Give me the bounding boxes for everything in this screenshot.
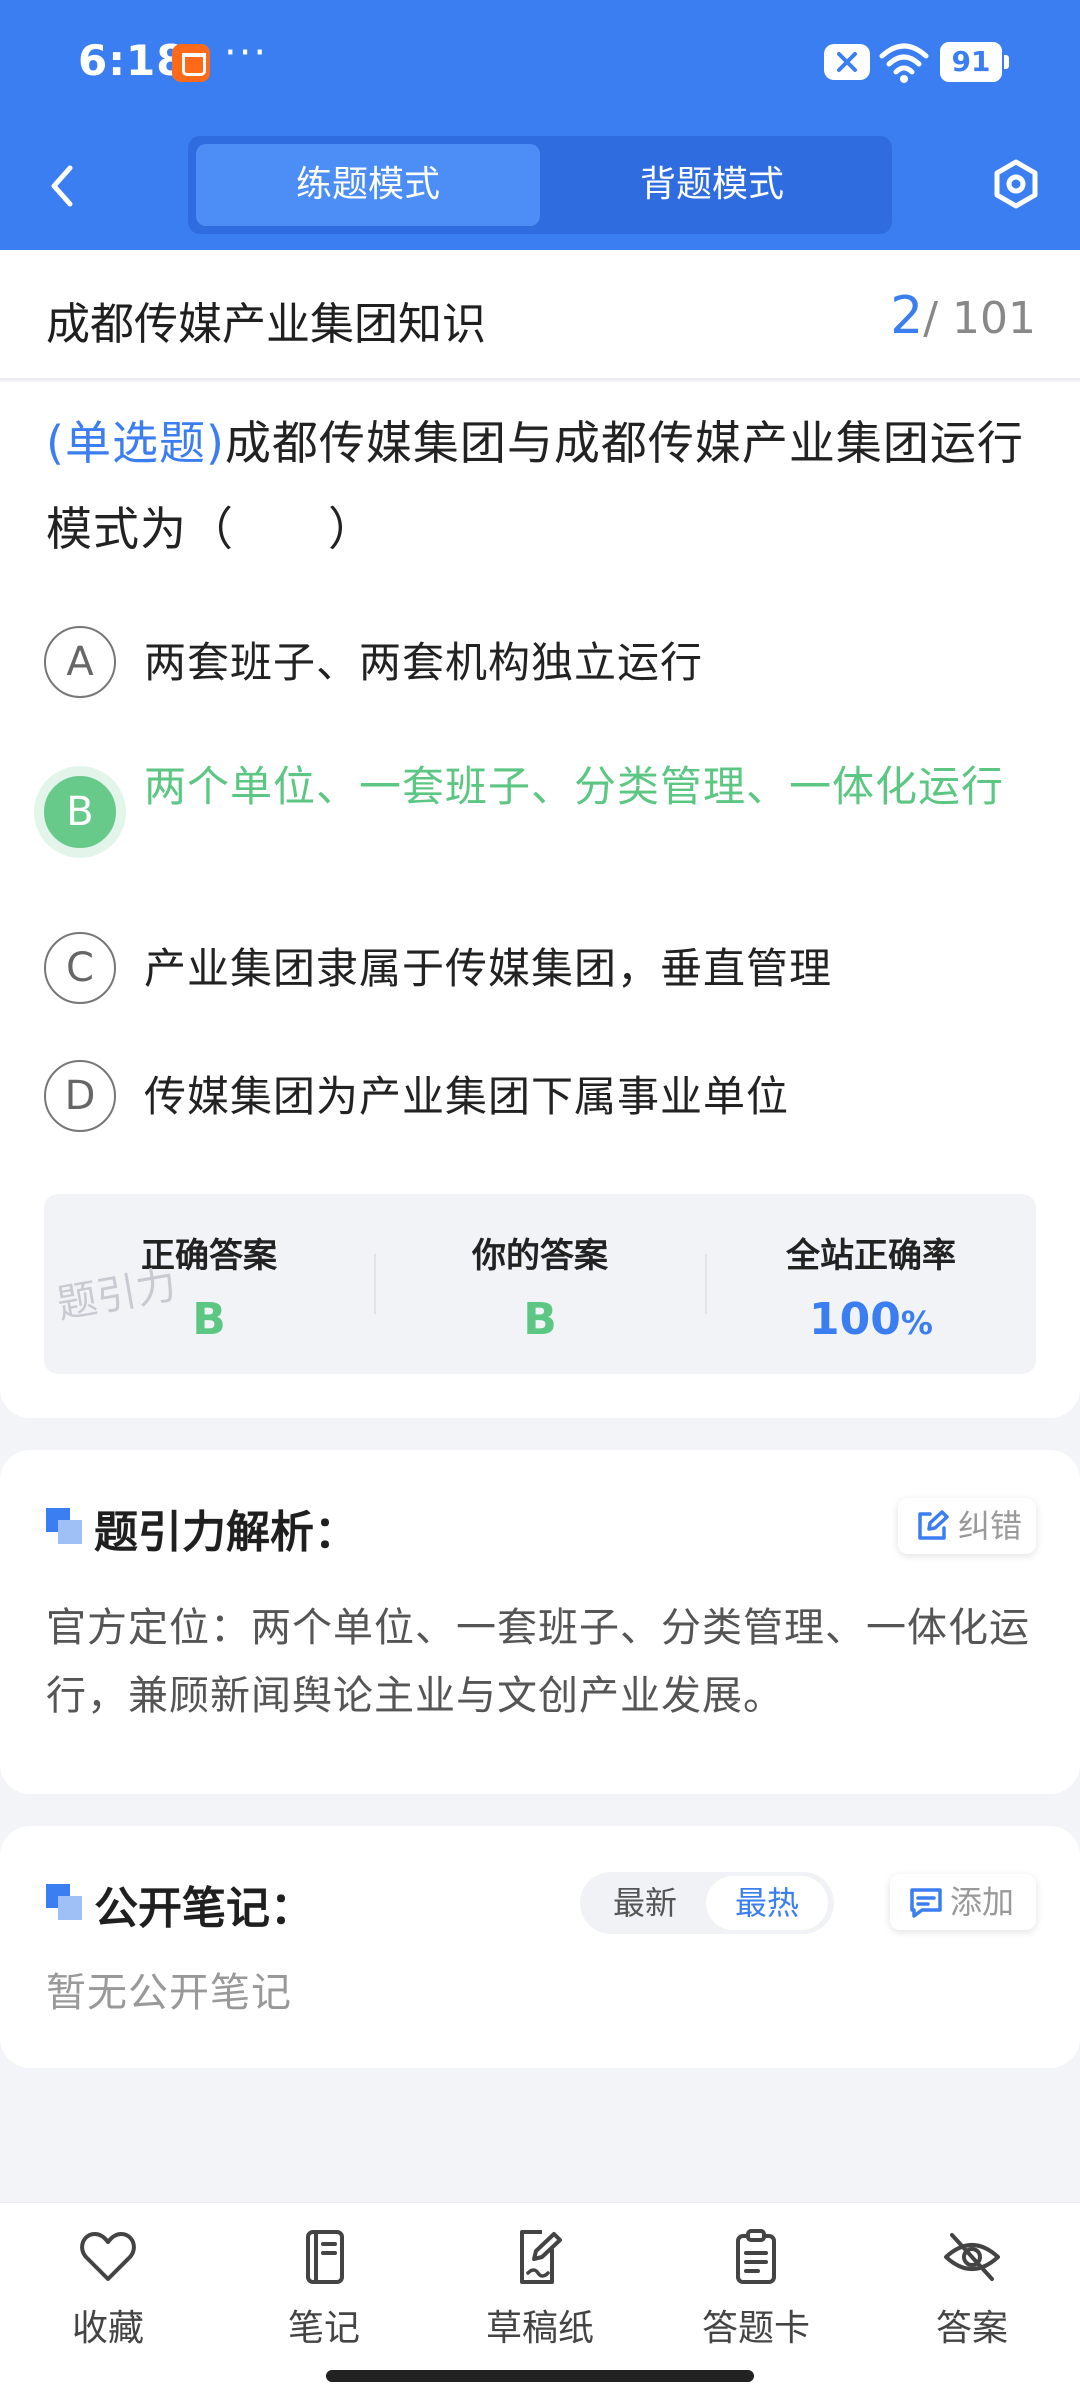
nav-label: 答题卡 xyxy=(701,2308,810,2349)
eye-off-icon xyxy=(944,2233,1000,2281)
your-answer-label: 你的答案 xyxy=(472,1236,608,1276)
nav-answer[interactable]: 答案 xyxy=(864,2229,1080,2369)
close-badge-icon xyxy=(824,44,870,80)
question-text: (单选题)成都传媒集团与成都传媒产业集团运行模式为（ ） xyxy=(46,400,1046,572)
back-button[interactable] xyxy=(38,156,88,216)
sort-latest[interactable]: 最新 xyxy=(584,1872,706,1934)
nav-label: 笔记 xyxy=(287,2308,360,2349)
current-question-number: 2 xyxy=(890,286,924,346)
total-questions: / 101 xyxy=(923,293,1036,344)
option-text: 两个单位、一套班子、分类管理、一体化运行 xyxy=(144,762,1005,811)
report-error-label: 纠错 xyxy=(958,1507,1023,1545)
analysis-title: 题引力解析： xyxy=(94,1507,358,1558)
notes-sort-switch: 最新 最热 xyxy=(580,1872,834,1934)
wifi-icon xyxy=(878,40,930,88)
section-squares-icon xyxy=(46,1508,82,1544)
notes-title: 公开笔记： xyxy=(94,1883,314,1934)
option-text: 两套班子、两套机构独立运行 xyxy=(144,638,704,687)
option-letter: A xyxy=(44,626,116,698)
sort-hot[interactable]: 最热 xyxy=(706,1876,828,1930)
notebook-icon xyxy=(306,2230,344,2284)
nav-draft-paper[interactable]: 草稿纸 xyxy=(432,2229,648,2369)
mode-switch: 练题模式 背题模式 xyxy=(188,136,892,234)
question-counter[interactable]: 2/ 101 xyxy=(890,286,1036,346)
accuracy-unit: % xyxy=(900,1304,933,1342)
settings-button[interactable] xyxy=(990,158,1042,210)
nav-label: 收藏 xyxy=(71,2308,144,2349)
notes-card xyxy=(0,1826,1080,2068)
status-time: 6:18 xyxy=(78,36,187,85)
nav-answer-sheet[interactable]: 答题卡 xyxy=(648,2229,864,2369)
your-answer-value: B xyxy=(523,1294,557,1345)
edit-icon xyxy=(918,1510,949,1540)
nav-label: 草稿纸 xyxy=(485,2308,594,2349)
section-squares-icon xyxy=(46,1884,82,1920)
option-text: 传媒集团为产业集团下属事业单位 xyxy=(144,1072,790,1121)
analysis-text: 官方定位：两个单位、一套班子、分类管理、一体化运行，兼顾新闻舆论主业与文创产业发… xyxy=(46,1605,1030,1719)
accuracy-value: 100% xyxy=(706,1294,1036,1345)
home-indicator[interactable] xyxy=(326,2370,754,2382)
your-answer-column: 你的答案 B xyxy=(375,1194,705,1374)
nav-label: 答案 xyxy=(935,2308,1008,2349)
add-note-label: 添加 xyxy=(950,1883,1015,1921)
report-error-button[interactable]: 纠错 xyxy=(898,1498,1036,1554)
nav-notes[interactable]: 笔记 xyxy=(216,2229,432,2369)
answer-sheet-icon xyxy=(736,2229,776,2284)
empty-notes-text: 暂无公开笔记 xyxy=(46,1970,292,2016)
draft-paper-icon xyxy=(520,2230,562,2284)
shopping-bag-icon xyxy=(172,44,210,82)
option-text: 产业集团隶属于传媒集团，垂直管理 xyxy=(144,944,833,993)
question-type: (单选题) xyxy=(46,416,225,470)
page-title: 成都传媒产业集团知识 xyxy=(46,299,486,350)
comment-icon xyxy=(910,1888,942,1918)
tab-practice-mode[interactable]: 练题模式 xyxy=(196,144,540,226)
accuracy-number: 100 xyxy=(809,1294,901,1345)
accuracy-label: 全站正确率 xyxy=(786,1236,956,1276)
option-letter: B xyxy=(44,776,116,848)
accuracy-column: 全站正确率 100% xyxy=(706,1194,1036,1374)
nav-favorite[interactable]: 收藏 xyxy=(0,2229,216,2369)
answer-summary: 正确答案 B 你的答案 B 全站正确率 100% xyxy=(44,1194,1036,1374)
add-note-button[interactable]: 添加 xyxy=(890,1874,1036,1930)
battery-icon: 91 xyxy=(940,42,1009,82)
status-more-dots: ··· xyxy=(224,30,269,76)
heart-icon xyxy=(80,2232,136,2281)
option-letter: C xyxy=(44,932,116,1004)
option-letter: D xyxy=(44,1060,116,1132)
tab-recite-mode[interactable]: 背题模式 xyxy=(540,144,884,226)
